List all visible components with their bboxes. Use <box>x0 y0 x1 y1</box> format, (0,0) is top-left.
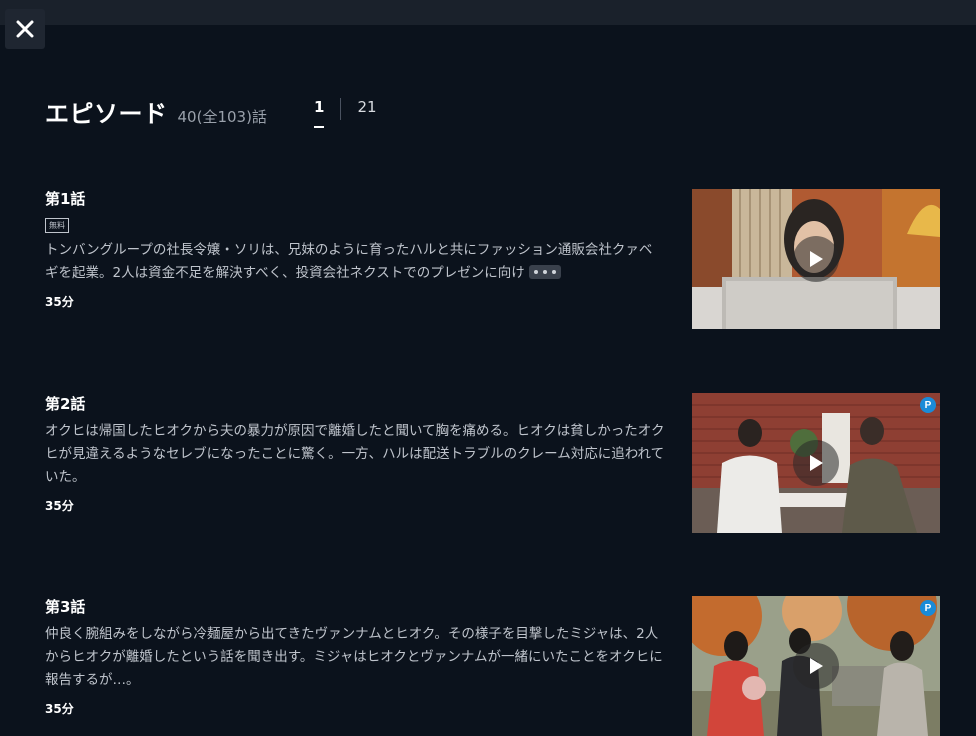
more-button[interactable] <box>528 265 561 279</box>
episode-description: トンバングループの社長令嬢・ソリは、兄妹のように育ったハルと共にファッション通販… <box>45 239 665 285</box>
episode-description: 仲良く腕組みをしながら冷麺屋から出てきたヴァンナムとヒオク。その様子を目撃したミ… <box>45 626 663 688</box>
episode-description-text: トンバングループの社長令嬢・ソリは、兄妹のように育ったハルと共にファッション通販… <box>45 242 653 281</box>
episode-thumbnail-3[interactable]: P <box>692 596 940 736</box>
tab-divider <box>340 98 342 120</box>
play-button[interactable] <box>793 440 839 486</box>
play-icon <box>810 251 823 267</box>
page-title: エピソード <box>45 100 168 128</box>
close-icon <box>16 20 34 38</box>
free-badge: 無料 <box>45 218 69 233</box>
episode-header: エピソード 40(全103)話 <box>45 94 267 134</box>
play-icon <box>810 455 823 471</box>
premium-badge: P <box>920 600 936 616</box>
episode-pagination: 1 21 <box>306 96 385 128</box>
play-button[interactable] <box>793 643 839 689</box>
more-dots-icon <box>533 270 538 274</box>
page-tab-1[interactable]: 1 <box>306 96 332 128</box>
premium-badge: P <box>920 397 936 413</box>
episode-thumbnail-2[interactable]: P <box>692 393 940 533</box>
top-bar <box>0 0 976 25</box>
play-button[interactable] <box>793 236 839 282</box>
close-button[interactable] <box>5 9 45 49</box>
episode-count: 40(全103)話 <box>177 108 267 126</box>
episode-thumbnail-1[interactable] <box>692 189 940 329</box>
episode-description: オクヒは帰国したヒオクから夫の暴力が原因で離婚したと聞いて胸を痛める。ヒオクは貧… <box>45 423 665 485</box>
page-tab-21[interactable]: 21 <box>349 96 384 122</box>
play-icon <box>810 658 823 674</box>
